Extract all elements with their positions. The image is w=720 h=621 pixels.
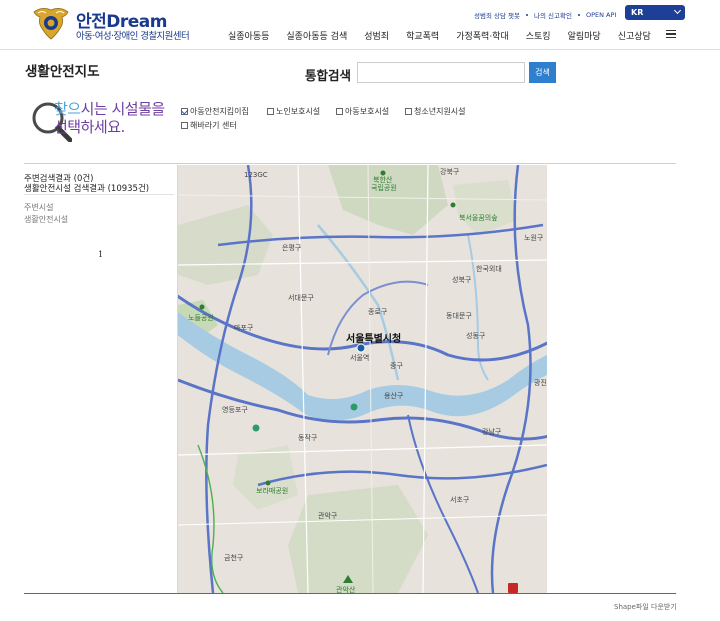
nav-domestic-violence[interactable]: 가정폭력·학대 bbox=[456, 29, 509, 42]
facility-result-count[interactable]: 생활안전시설 검색결과 (10935건) bbox=[24, 182, 149, 194]
map-label: 관악산 bbox=[336, 586, 356, 593]
filter-sunflower-center[interactable]: 해바라기 센터 bbox=[181, 120, 237, 131]
nav-notice[interactable]: 알림마당 bbox=[568, 29, 601, 42]
map-view[interactable]: 북한산 국립공원 강북구 123GC 은평구 성북구 노원구 북서울꿈의숲 한국… bbox=[178, 165, 547, 593]
pagination-page[interactable]: 1 bbox=[98, 250, 103, 259]
checkbox[interactable] bbox=[267, 108, 274, 115]
util-link-chatbot[interactable]: 성범죄 상담 챗봇 bbox=[474, 10, 520, 20]
map-label: 강북구 bbox=[440, 168, 460, 176]
divider bbox=[24, 163, 676, 164]
main-nav: 실종아동등 실종아동등 검색 성범죄 학교폭력 가정폭력·학대 스토킹 알림마당… bbox=[228, 29, 668, 42]
category-nearby[interactable]: 주변시설 bbox=[24, 202, 53, 213]
map-label: 동대문구 bbox=[446, 312, 472, 320]
map-label: 강남구 bbox=[482, 428, 502, 436]
nav-stalking[interactable]: 스토킹 bbox=[526, 29, 551, 42]
filter-youth-support[interactable]: 청소년지원시설 bbox=[405, 106, 466, 117]
map-label: 관악구 bbox=[318, 512, 338, 520]
filter-child-safety-house[interactable]: 아동안전지킴이집 bbox=[181, 106, 249, 117]
checkbox[interactable] bbox=[181, 122, 188, 129]
map-label: 123GC bbox=[244, 171, 268, 179]
search-button[interactable]: 검색 bbox=[529, 62, 556, 83]
map-label: 동작구 bbox=[298, 434, 318, 442]
map-label: 용산구 bbox=[384, 392, 404, 400]
map-label: 노들공원 bbox=[188, 314, 214, 322]
filter-label: 해바라기 센터 bbox=[190, 121, 237, 130]
divider bbox=[24, 593, 676, 594]
utility-nav: 성범죄 상담 챗봇 나의 신고확인 OPEN API bbox=[474, 10, 616, 20]
facility-prompt: 찾으시는 시설물을 선택하세요. bbox=[30, 94, 180, 154]
search-label: 통합검색 bbox=[305, 68, 352, 83]
map-label-city-hall: 서울특별시청 bbox=[346, 334, 402, 345]
map-label: 은평구 bbox=[282, 244, 302, 252]
map-label: 중구 bbox=[390, 362, 403, 370]
map-label: 보라매공원 bbox=[256, 487, 289, 495]
map-canvas[interactable] bbox=[178, 165, 547, 593]
page: 안전Dream 아동·여성·장애인 경찰지원센터 성범죄 상담 챗봇 나의 신고… bbox=[0, 0, 720, 621]
separator-dot bbox=[526, 14, 528, 16]
nav-report-consult[interactable]: 신고상담 bbox=[618, 29, 651, 42]
checkbox[interactable] bbox=[336, 108, 343, 115]
chevron-down-icon bbox=[673, 6, 682, 15]
filter-label: 청소년지원시설 bbox=[414, 107, 466, 116]
map-label: 국립공원 bbox=[371, 184, 397, 192]
map-label: 금천구 bbox=[224, 554, 244, 562]
map-label: 광진구 bbox=[534, 379, 547, 387]
filter-label: 아동안전지킴이집 bbox=[190, 107, 249, 116]
site-header: 안전Dream 아동·여성·장애인 경찰지원센터 성범죄 상담 챗봇 나의 신고… bbox=[0, 0, 720, 50]
category-safety[interactable]: 생활안전시설 bbox=[24, 214, 68, 225]
shape-download-link[interactable]: Shape파일 다운받기 bbox=[614, 602, 677, 612]
search-input[interactable] bbox=[357, 62, 525, 83]
map-label: 성동구 bbox=[466, 332, 486, 340]
brand-subtitle: 아동·여성·장애인 경찰지원센터 bbox=[76, 31, 190, 42]
police-emblem-icon[interactable] bbox=[32, 6, 70, 40]
separator-dot bbox=[577, 14, 580, 16]
map-label: 노원구 bbox=[524, 234, 544, 242]
checkbox[interactable] bbox=[405, 108, 412, 115]
language-select[interactable]: KR bbox=[625, 5, 685, 20]
map-label: 종로구 bbox=[368, 308, 388, 316]
map-label: 영등포구 bbox=[222, 406, 248, 414]
nav-missing-children[interactable]: 실종아동등 bbox=[228, 29, 269, 42]
map-label: 성북구 bbox=[452, 276, 472, 284]
filter-child-protection[interactable]: 아동보호시설 bbox=[336, 106, 389, 117]
page-title: 생활안전지도 bbox=[25, 64, 100, 80]
map-label: 서대문구 bbox=[288, 294, 314, 302]
map-label: 북서울꿈의숲 bbox=[459, 214, 498, 222]
prompt-line2: 선택하세요. bbox=[54, 118, 125, 136]
language-value: KR bbox=[631, 8, 644, 17]
filter-label: 아동보호시설 bbox=[345, 107, 390, 116]
checkbox-checked[interactable] bbox=[181, 108, 188, 115]
filter-label: 노인보호시설 bbox=[276, 107, 321, 116]
map-label: 서울역 bbox=[350, 354, 370, 362]
nav-missing-search[interactable]: 실종아동등 검색 bbox=[286, 29, 347, 42]
filter-senior-facility[interactable]: 노인보호시설 bbox=[267, 106, 320, 117]
util-link-open-api[interactable]: OPEN API bbox=[586, 11, 616, 19]
map-label: 한국외대 bbox=[476, 265, 502, 273]
nav-sex-crime[interactable]: 성범죄 bbox=[364, 29, 389, 42]
menu-icon[interactable] bbox=[666, 30, 676, 38]
map-label: 서초구 bbox=[450, 496, 470, 504]
nav-school-violence[interactable]: 학교폭력 bbox=[406, 29, 439, 42]
map-label: 마포구 bbox=[234, 324, 254, 332]
divider bbox=[24, 194, 174, 195]
util-link-report-check[interactable]: 나의 신고확인 bbox=[534, 10, 572, 20]
